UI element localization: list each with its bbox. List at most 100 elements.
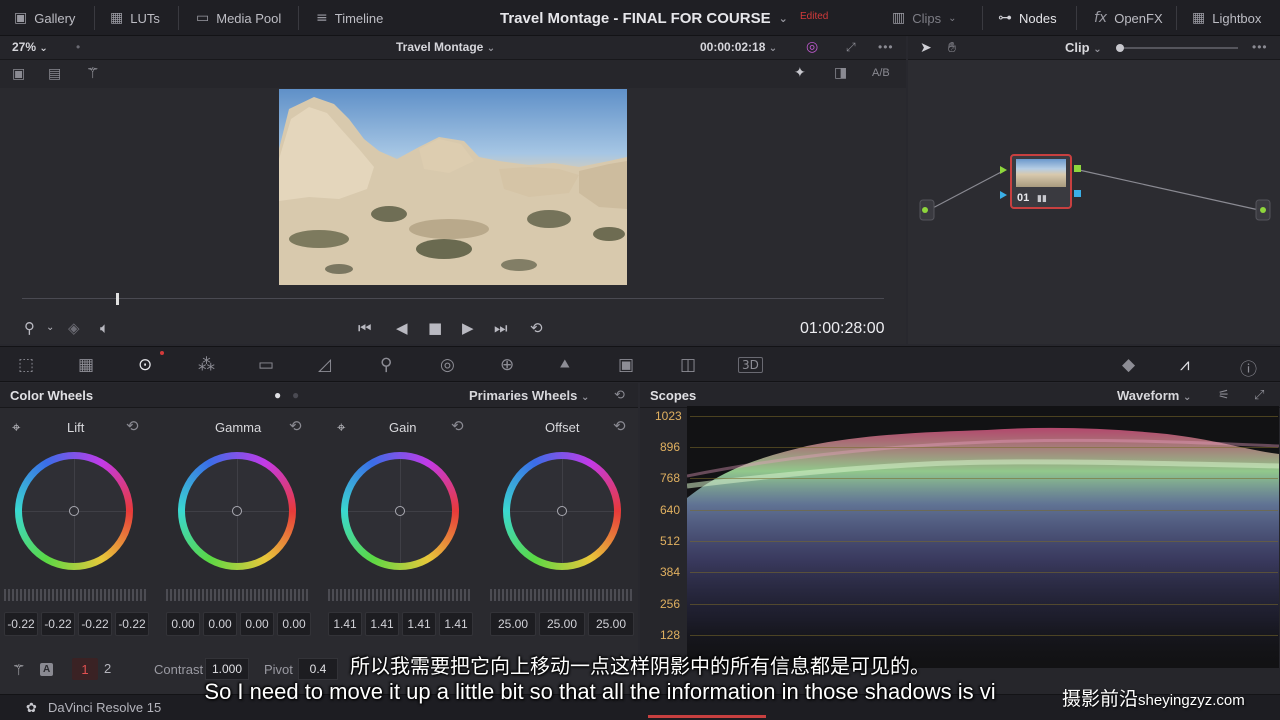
curves-icon[interactable]: ◿ xyxy=(318,355,331,375)
scopes-icon[interactable]: ⩘ xyxy=(1180,355,1190,375)
lift-b-value[interactable]: -0.22 xyxy=(115,612,149,636)
reset-all-icon[interactable]: ⟲ xyxy=(614,387,625,403)
crosshair-icon[interactable]: ⌖ xyxy=(12,419,20,436)
pointer-icon[interactable]: ➤ xyxy=(920,39,932,56)
camera-raw-icon[interactable]: ⬚ xyxy=(18,355,34,375)
node-graph[interactable]: 01 ▮▮ xyxy=(908,60,1280,344)
motion-effects-icon[interactable]: ▭ xyxy=(258,355,274,375)
gain-wheel-handle[interactable] xyxy=(395,506,405,516)
gamma-g-value[interactable]: 0.00 xyxy=(240,612,274,636)
more-options-icon[interactable]: ••• xyxy=(1252,40,1268,54)
lift-wheel[interactable] xyxy=(15,452,133,570)
play-icon[interactable]: ▶︎ xyxy=(462,319,474,337)
gamma-r-value[interactable]: 0.00 xyxy=(203,612,237,636)
scope-settings-icon[interactable]: ⚟ xyxy=(1218,387,1230,403)
offset-master-slider[interactable] xyxy=(490,589,634,601)
lift-y-value[interactable]: -0.22 xyxy=(4,612,38,636)
split-view-icon[interactable]: ▤ xyxy=(48,65,61,82)
fullscreen-icon[interactable]: ⤢ xyxy=(846,40,856,55)
openfx-button[interactable]: fx OpenFX xyxy=(1094,0,1163,36)
offset-r-value[interactable]: 25.00 xyxy=(490,612,536,636)
blur-icon[interactable]: ⯅ xyxy=(558,355,572,375)
gain-reset-icon[interactable]: ⟲ xyxy=(451,417,464,435)
window-icon[interactable]: ◎ xyxy=(440,355,455,375)
more-options-icon[interactable]: ••• xyxy=(878,40,894,54)
compare-icon[interactable]: ◨ xyxy=(834,64,847,81)
node-01[interactable]: 01 ▮▮ xyxy=(1010,154,1072,209)
loop-icon[interactable]: ⟲ xyxy=(530,319,543,337)
wheels-mode-select[interactable]: Primaries Wheels ⌄ xyxy=(469,388,589,403)
lift-g-value[interactable]: -0.22 xyxy=(78,612,112,636)
sizing-icon[interactable]: ◫ xyxy=(680,355,696,375)
skip-back-icon[interactable]: ⏮︎ xyxy=(358,319,372,337)
ab-compare-label[interactable]: A/B xyxy=(872,67,890,79)
info-icon[interactable]: ⓘ xyxy=(1240,355,1257,380)
gain-b-value[interactable]: 1.41 xyxy=(439,612,473,636)
gain-master-slider[interactable] xyxy=(328,589,472,601)
node-output-alpha[interactable] xyxy=(1074,190,1081,197)
speaker-icon[interactable]: 🔈︎ xyxy=(100,319,109,337)
gallery-button[interactable]: ▣ Gallery xyxy=(14,0,75,36)
gamma-master-slider[interactable] xyxy=(166,589,310,601)
offset-wheel[interactable] xyxy=(503,452,621,570)
color-wheels-icon[interactable]: ⊙ xyxy=(138,355,152,375)
single-view-icon[interactable]: ▣ xyxy=(12,65,25,82)
sparkle-icon[interactable]: ✦ xyxy=(794,64,806,81)
offset-reset-icon[interactable]: ⟲ xyxy=(613,417,626,435)
project-title-text: Travel Montage - FINAL FOR COURSE xyxy=(500,9,771,27)
luts-button[interactable]: ▦ LUTs xyxy=(110,0,160,36)
stop-icon[interactable]: ■ xyxy=(428,319,442,337)
crosshair-icon[interactable]: ⌖ xyxy=(337,419,345,436)
clips-button[interactable]: ▥ Clips ⌄ xyxy=(892,0,957,36)
zoom-select[interactable]: 27% ⌄ xyxy=(12,40,48,54)
qualifier-icon[interactable]: ⚲ xyxy=(380,355,392,375)
lift-wheel-handle[interactable] xyxy=(69,506,79,516)
clip-mode-select[interactable]: Clip ⌄ xyxy=(1065,40,1102,55)
gamma-b-value[interactable]: 0.00 xyxy=(277,612,311,636)
hand-icon[interactable]: ✋︎ xyxy=(948,39,956,56)
gamma-reset-icon[interactable]: ⟲ xyxy=(289,417,302,435)
duration-display[interactable]: 00:00:02:18 ⌄ xyxy=(700,40,777,54)
page-dot[interactable]: ● xyxy=(292,388,299,402)
color-match-icon[interactable]: ▦ xyxy=(78,355,94,375)
zoom-slider-handle[interactable] xyxy=(1116,44,1124,52)
scrub-bar[interactable] xyxy=(22,298,884,299)
magic-wand-icon[interactable]: ⚚ xyxy=(86,64,99,82)
picker-icon[interactable]: ⚲ xyxy=(24,319,35,337)
playhead[interactable] xyxy=(116,293,119,305)
play-reverse-icon[interactable]: ◀︎ xyxy=(396,319,408,337)
lift-reset-icon[interactable]: ⟲ xyxy=(126,417,139,435)
offset-b-value[interactable]: 25.00 xyxy=(588,612,634,636)
gain-y-value[interactable]: 1.41 xyxy=(328,612,362,636)
gain-g-value[interactable]: 1.41 xyxy=(402,612,436,636)
tracker-icon[interactable]: ⊕ xyxy=(500,355,514,375)
gamma-y-value[interactable]: 0.00 xyxy=(166,612,200,636)
3d-icon[interactable]: 3D xyxy=(738,357,763,373)
chevron-down-icon[interactable]: ⌄ xyxy=(46,322,54,333)
key-icon[interactable]: ▣ xyxy=(618,355,634,375)
lift-master-slider[interactable] xyxy=(4,589,148,601)
timeline-button[interactable]: ≡ Timeline xyxy=(316,0,383,36)
gamma-wheel[interactable] xyxy=(178,452,296,570)
lightbox-button[interactable]: ▦ Lightbox xyxy=(1192,0,1261,36)
gamma-wheel-handle[interactable] xyxy=(232,506,242,516)
expand-icon[interactable]: ⤢ xyxy=(1254,387,1264,403)
color-picker-icon[interactable]: ◎ xyxy=(806,38,818,55)
scope-type-select[interactable]: Waveform ⌄ xyxy=(1117,388,1191,403)
offset-wheel-handle[interactable] xyxy=(557,506,567,516)
lift-r-value[interactable]: -0.22 xyxy=(41,612,75,636)
offset-g-value[interactable]: 25.00 xyxy=(539,612,585,636)
page-dot-active[interactable]: ● xyxy=(274,388,281,402)
gain-wheel[interactable] xyxy=(341,452,459,570)
nodes-button[interactable]: ⊶ Nodes xyxy=(998,0,1057,36)
zoom-slider[interactable] xyxy=(1116,44,1238,52)
media-pool-button[interactable]: ▭ Media Pool xyxy=(196,0,281,36)
skip-forward-icon[interactable]: ⏭︎ xyxy=(494,319,508,337)
layers-icon[interactable]: ◈ xyxy=(68,319,80,337)
keyframes-icon[interactable]: ◆ xyxy=(1122,355,1135,375)
project-title[interactable]: Travel Montage - FINAL FOR COURSE ⌄ xyxy=(500,0,788,36)
timeline-name-select[interactable]: Travel Montage ⌄ xyxy=(396,40,495,54)
node-output-rgb[interactable] xyxy=(1074,165,1081,172)
gain-r-value[interactable]: 1.41 xyxy=(365,612,399,636)
rgb-mixer-icon[interactable]: ⁂ xyxy=(198,355,215,375)
